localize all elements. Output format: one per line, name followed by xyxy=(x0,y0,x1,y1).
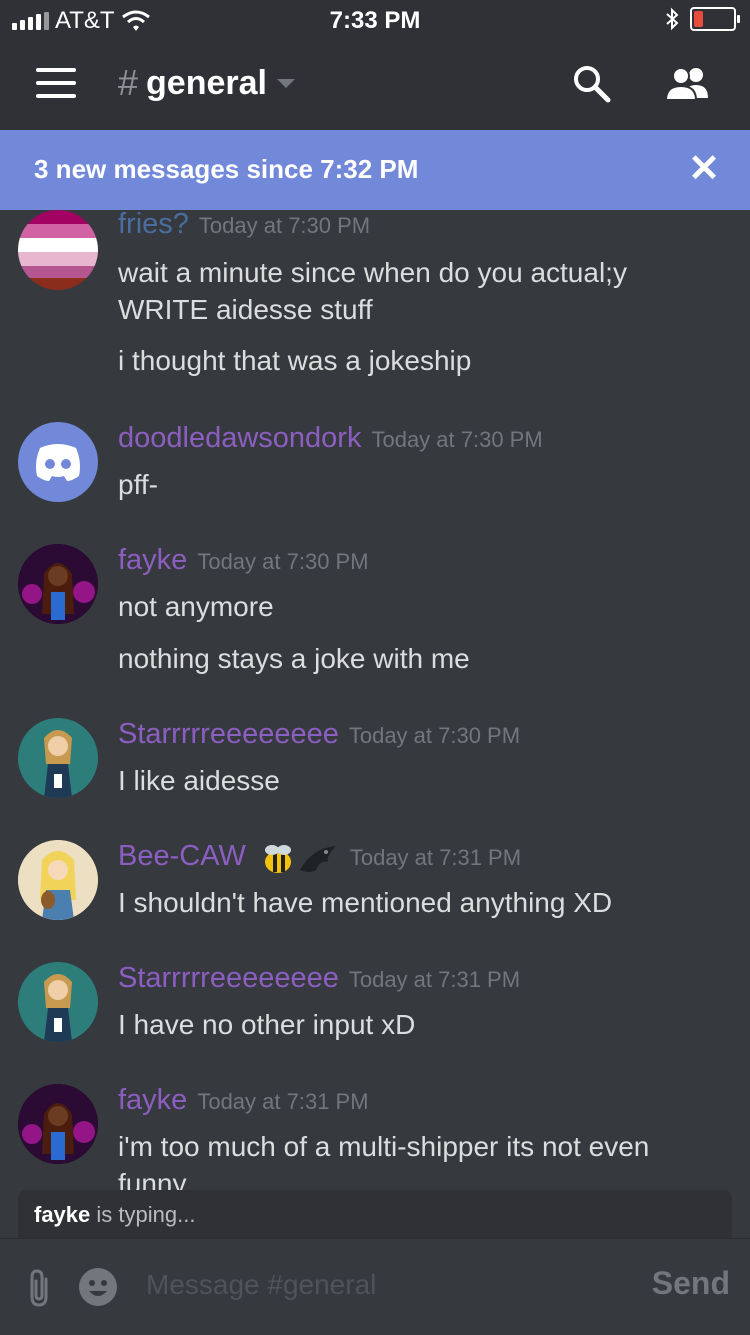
bluetooth-icon xyxy=(666,7,679,31)
username[interactable]: fries? xyxy=(118,210,189,241)
status-bar: AT&T 7:33 PM xyxy=(0,0,750,40)
timestamp: Today at 7:30 PM xyxy=(371,427,543,452)
close-icon[interactable]: ✕ xyxy=(688,150,720,188)
hash-icon: # xyxy=(118,62,139,103)
timestamp: Today at 7:31 PM xyxy=(197,1089,369,1114)
members-icon[interactable] xyxy=(664,64,712,104)
username[interactable]: fayke xyxy=(118,544,187,577)
search-icon[interactable] xyxy=(572,64,612,104)
bee-crow-emoji-icon xyxy=(264,845,336,873)
timestamp: Today at 7:30 PM xyxy=(197,549,369,574)
timestamp: Today at 7:31 PM xyxy=(348,967,521,992)
username[interactable]: Starrrrreeeeeeee xyxy=(118,718,339,751)
avatar[interactable] xyxy=(18,210,98,290)
username[interactable]: Starrrrreeeeeeee xyxy=(118,962,339,995)
new-messages-banner[interactable]: 3 new messages since 7:32 PM ✕ xyxy=(0,130,750,210)
message-text: I shouldn't have mentioned anything XD xyxy=(118,887,613,918)
menu-icon[interactable] xyxy=(36,68,76,102)
channel-header: # general xyxy=(0,40,750,130)
attachment-icon[interactable] xyxy=(24,1267,54,1309)
discord-logo-icon xyxy=(36,444,80,481)
new-messages-text: 3 new messages since 7:32 PM xyxy=(34,154,419,184)
username[interactable]: fayke xyxy=(118,1084,187,1117)
message-text: i thought that was a jokeship xyxy=(118,345,472,376)
avatar[interactable] xyxy=(18,840,98,920)
message-text: wait a minute since when do you actual;y… xyxy=(118,257,627,325)
message-text: nothing stays a joke with me xyxy=(118,643,470,674)
message-list[interactable]: fries? Today at 7:30 PM wait a minute si… xyxy=(0,210,750,1190)
timestamp: Today at 7:30 PM xyxy=(198,213,371,238)
channel-title[interactable]: # general xyxy=(118,62,295,104)
typing-user: fayke xyxy=(34,1202,91,1227)
timestamp: Today at 7:30 PM xyxy=(348,723,521,748)
message-text: I have no other input xD xyxy=(118,1009,416,1040)
avatar[interactable] xyxy=(18,544,98,624)
typing-indicator: fayke is typing... xyxy=(18,1190,732,1238)
send-button[interactable]: Send xyxy=(652,1265,730,1302)
timestamp: Today at 7:31 PM xyxy=(349,845,522,870)
battery-icon xyxy=(690,7,740,31)
message-input[interactable]: Message #general xyxy=(146,1269,376,1301)
avatar[interactable] xyxy=(18,718,98,798)
username[interactable]: Bee-CAW xyxy=(118,840,246,873)
avatar[interactable] xyxy=(18,422,98,502)
username[interactable]: doodledawsondork xyxy=(118,422,361,455)
message-text: i'm too much of a multi-shipper its not … xyxy=(118,1131,650,1190)
avatar[interactable] xyxy=(18,1084,98,1164)
channel-name: general xyxy=(146,63,267,102)
message-text: not anymore xyxy=(118,591,274,622)
message-text: pff- xyxy=(118,469,158,500)
avatar[interactable] xyxy=(18,962,98,1042)
typing-suffix: is typing... xyxy=(90,1202,196,1227)
message-composer: Message #general Send xyxy=(0,1238,750,1335)
clock: 7:33 PM xyxy=(329,7,421,34)
message-text: I like aidesse xyxy=(118,765,280,796)
chevron-down-icon xyxy=(276,78,295,88)
emoji-icon[interactable] xyxy=(78,1267,118,1307)
